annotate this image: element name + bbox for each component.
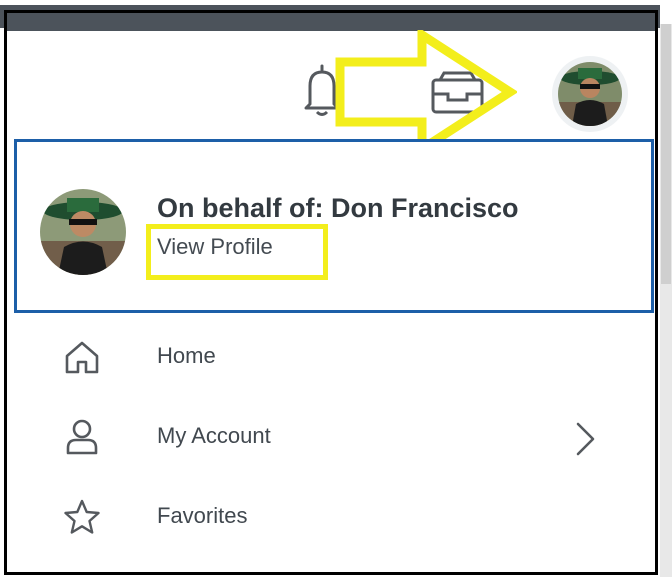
user-icon [66, 419, 98, 455]
menu-item-home[interactable]: Home [0, 327, 640, 387]
menu-item-my-account[interactable]: My Account [0, 407, 640, 467]
star-icon [64, 499, 100, 534]
chevron-right-icon [576, 422, 595, 456]
menu-item-label: Favorites [157, 503, 248, 528]
panel-header-strip [7, 13, 655, 31]
menu-item-label: Home [157, 343, 216, 368]
view-profile-highlight [146, 224, 328, 280]
profile-avatar [40, 189, 126, 275]
annotation-arrow [335, 30, 517, 155]
menu-item-favorites[interactable]: Favorites [0, 487, 640, 547]
screenshot-frame: On behalf of: Don Francisco View Profile… [0, 0, 672, 577]
avatar-button[interactable] [552, 56, 628, 132]
menu-item-label: My Account [157, 423, 271, 448]
on-behalf-of-text: On behalf of: Don Francisco [157, 193, 519, 223]
avatar [558, 62, 622, 126]
home-icon [65, 341, 99, 374]
scrollbar-thumb[interactable] [661, 24, 671, 284]
